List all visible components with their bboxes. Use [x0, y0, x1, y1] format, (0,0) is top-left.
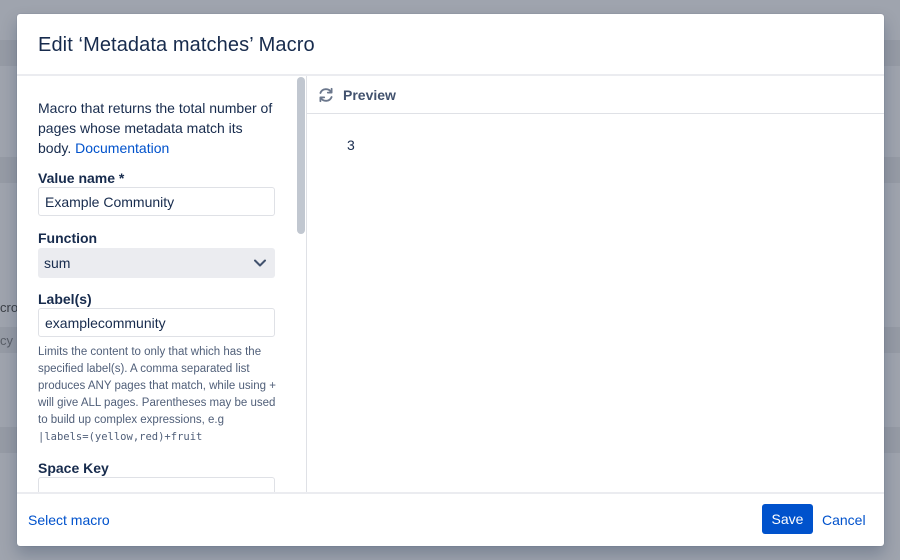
function-label: Function: [38, 230, 98, 246]
background-text: cro: [0, 300, 19, 315]
select-macro-link[interactable]: Select macro: [28, 512, 110, 528]
dialog-header: Edit ‘Metadata matches’ Macro: [17, 14, 884, 76]
function-selected-value: sum: [44, 255, 71, 271]
refresh-icon[interactable]: [317, 86, 335, 104]
macro-edit-dialog: Edit ‘Metadata matches’ Macro Macro that…: [17, 14, 884, 546]
parameters-scrollbar-thumb[interactable]: [297, 77, 305, 234]
preview-result: 3: [347, 137, 355, 153]
value-name-input[interactable]: [38, 187, 275, 216]
background-text: cy: [0, 333, 13, 348]
preview-title: Preview: [343, 87, 396, 103]
save-button[interactable]: Save: [762, 504, 813, 534]
cancel-button[interactable]: Cancel: [822, 512, 866, 528]
dialog-footer: Select macro Save Cancel: [17, 492, 884, 546]
labels-label: Label(s): [38, 291, 92, 307]
dialog-title: Edit ‘Metadata matches’ Macro: [38, 34, 315, 56]
space-key-label: Space Key: [38, 460, 109, 476]
labels-help-description: Limits the content to only that which ha…: [38, 346, 276, 426]
labels-help-example: |labels=(yellow,red)+fruit: [38, 431, 203, 443]
preview-header: Preview: [307, 76, 884, 114]
macro-parameters-panel: Macro that returns the total number of p…: [17, 76, 307, 492]
preview-panel: Preview 3: [307, 76, 884, 492]
chevron-down-icon: [254, 259, 266, 267]
space-key-input[interactable]: [38, 477, 275, 492]
function-select[interactable]: sum: [38, 248, 275, 278]
macro-description: Macro that returns the total number of p…: [38, 98, 278, 158]
labels-help-text: Limits the content to only that which ha…: [38, 344, 281, 446]
value-name-label: Value name *: [38, 170, 125, 186]
documentation-link[interactable]: Documentation: [75, 140, 169, 156]
labels-input[interactable]: [38, 308, 275, 337]
